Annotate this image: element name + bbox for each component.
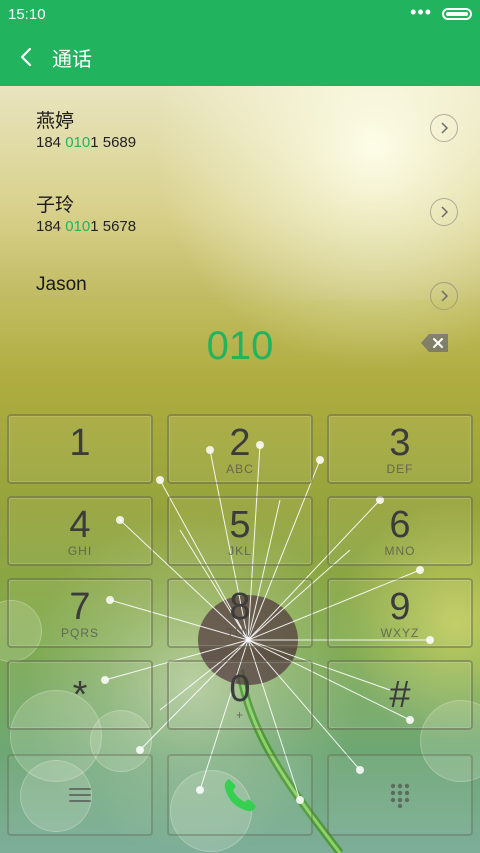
chevron-right-icon [441, 122, 448, 134]
menu-button[interactable] [7, 754, 153, 836]
dial-input[interactable]: 010 [0, 300, 480, 392]
app-bar: 通话 [0, 28, 480, 86]
match-highlight: 010 [65, 218, 91, 235]
dial-key-hash[interactable]: # [327, 660, 473, 730]
dial-key-7[interactable]: 7 PQRS [7, 578, 153, 648]
dial-key-6[interactable]: 6 MNO [327, 496, 473, 566]
backspace-icon[interactable] [420, 333, 450, 353]
dial-key-4[interactable]: 4 GHI [7, 496, 153, 566]
menu-icon [69, 788, 91, 802]
chevron-right-icon [441, 206, 448, 218]
contact-item[interactable]: 燕婷 184 0101 5689 [0, 86, 480, 170]
dial-key-0[interactable]: 0 + [167, 660, 313, 730]
contact-name: 燕婷 [36, 111, 75, 132]
contact-number: 184 0101 5689 [36, 134, 137, 151]
dial-key-2[interactable]: 2 ABC [167, 414, 313, 484]
dial-key-1[interactable]: 1 [7, 414, 153, 484]
contact-detail-button[interactable] [430, 198, 458, 226]
call-button[interactable] [167, 754, 313, 836]
dial-key-star[interactable]: * [7, 660, 153, 730]
dialpad-icon [390, 783, 410, 808]
match-highlight: 010 [65, 134, 91, 151]
dial-key-3[interactable]: 3 DEF [327, 414, 473, 484]
status-bar: 15:10 ••• [0, 0, 480, 28]
battery-icon [442, 8, 472, 20]
dial-key-8[interactable]: 8 TUV [167, 578, 313, 648]
more-dots-icon: ••• [410, 2, 432, 22]
dial-key-9[interactable]: 9 WXYZ [327, 578, 473, 648]
status-time: 15:10 [8, 5, 46, 23]
back-button[interactable] [0, 28, 52, 86]
dial-key-5[interactable]: 5 JKL [167, 496, 313, 566]
chevron-left-icon [20, 47, 32, 67]
contact-detail-button[interactable] [430, 114, 458, 142]
dialpad-toggle-button[interactable] [327, 754, 473, 836]
contact-number: 184 0101 5678 [36, 218, 137, 235]
contact-item[interactable]: 子玲 184 0101 5678 [0, 170, 480, 254]
phone-icon [224, 779, 256, 812]
contact-name: Jason [36, 274, 87, 295]
page-title: 通话 [52, 48, 92, 71]
contact-name: 子玲 [36, 195, 75, 216]
